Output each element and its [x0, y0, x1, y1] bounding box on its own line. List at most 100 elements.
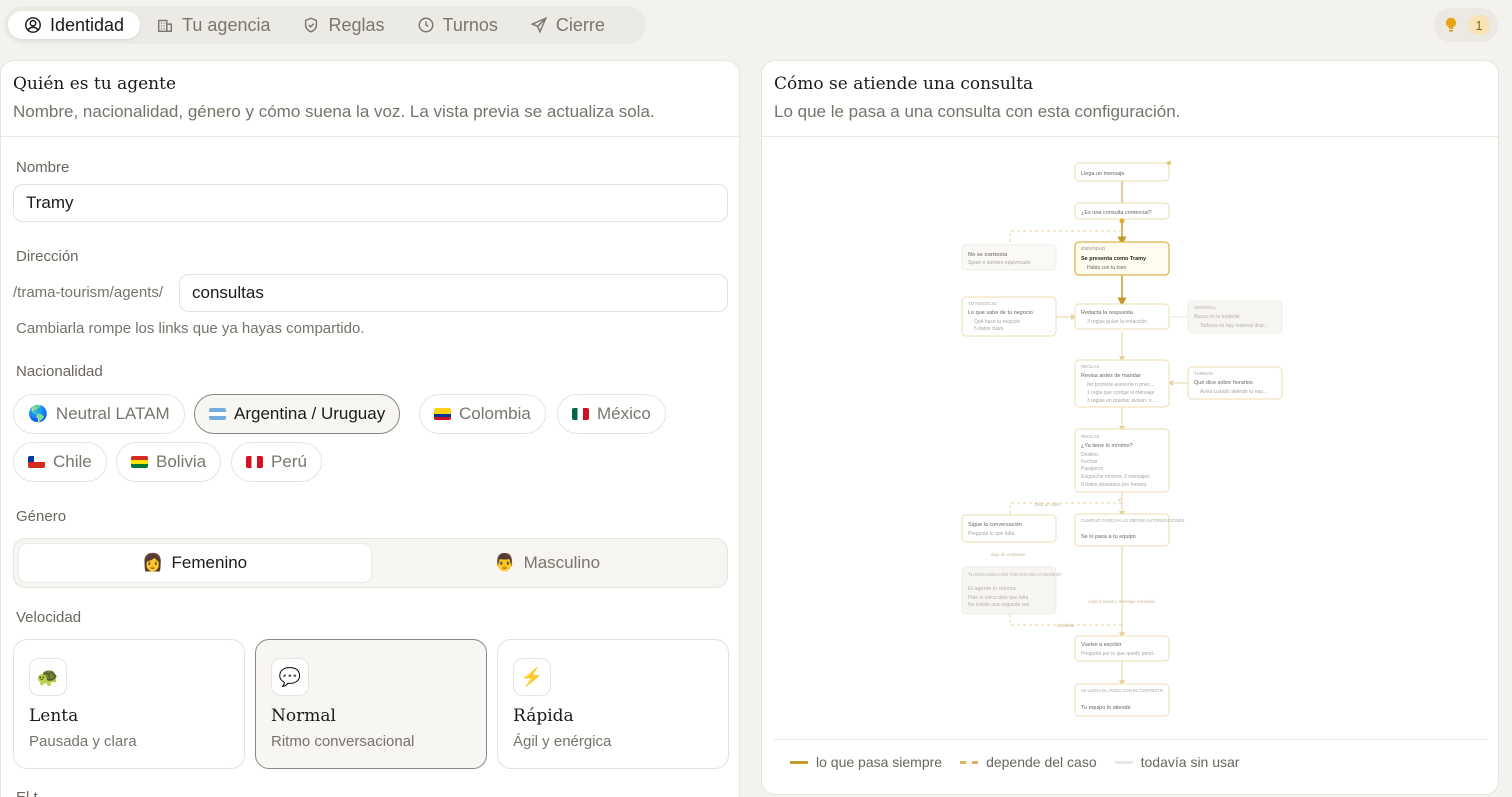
chile-flag-icon	[28, 456, 45, 468]
speech-bubble-icon: 💬	[271, 658, 309, 696]
flow-node-incoming: Llega un mensaje	[1074, 161, 1171, 182]
chip-argentina-uruguay[interactable]: Argentina / Uruguay	[194, 394, 401, 434]
node-text: Se lo pasa a tu equipo	[1081, 534, 1136, 540]
speed-option-lenta[interactable]: 🐢 Lenta Pausada y clara	[13, 639, 245, 769]
node-text: ¿Es una consulta comercial?	[1081, 210, 1152, 216]
node-tag: TU ORGANIZACIÓN TODAVÍA NO LO MANEJÓ	[968, 572, 1062, 577]
node-text: Se presenta como Tramy	[1081, 256, 1147, 262]
node-tag: TURNOS	[1194, 371, 1213, 376]
node-text: Todavía no hay material disp...	[1200, 323, 1268, 329]
chip-label: México	[597, 404, 651, 423]
node-text: Vuelve a escribir	[1081, 642, 1122, 648]
gender-label: Género	[16, 508, 67, 525]
node-text: 8 datos deseados (no frenan)	[1081, 482, 1147, 488]
node-text: Fechas	[1081, 459, 1098, 465]
flow-panel-header: Cómo se atiende una consulta Lo que le p…	[762, 61, 1498, 137]
gender-male-label: Masculino	[523, 553, 601, 572]
node-text: Qué hace tu negocio	[974, 319, 1020, 325]
chip-colombia[interactable]: Colombia	[419, 394, 546, 434]
flow-node-handoff: CUMPLIÓ O RECHÁ LO DEFINE AUTORIZACIONES…	[1074, 513, 1184, 547]
next-section-label: El t...	[16, 789, 50, 797]
tips-button[interactable]: 1	[1434, 8, 1498, 42]
node-text: 1 regla que corrige el mensaje	[1087, 390, 1154, 396]
tab-turnos[interactable]: Turnos	[401, 11, 514, 39]
node-text: 3 reglas en prueba: avisan, n...	[1087, 398, 1156, 404]
tab-label: Tu agencia	[182, 14, 271, 35]
node-text: Avisa cuándo atiende tu equ...	[1200, 389, 1267, 395]
identity-panel-header: Quién es tu agente Nombre, nacionalidad,…	[1, 61, 739, 137]
flow-node-hours: TURNOS Qué dice sobre horarios Avisa cuá…	[1187, 366, 1283, 400]
flow-node-minimum: REGLAS ¿Ya tiene lo mínimo? Destino Fech…	[1074, 428, 1170, 493]
legend-unused: todavía sin usar	[1114, 754, 1240, 770]
node-text: Revisa antes de mandar	[1081, 373, 1141, 379]
gender-male-option[interactable]: 👨 Masculino	[372, 543, 724, 583]
chip-label: Perú	[271, 452, 307, 471]
node-text: Redacta la respuesta	[1081, 310, 1134, 316]
chip-mexico[interactable]: México	[557, 394, 666, 434]
mexico-flag-icon	[572, 408, 589, 420]
panel-title: Cómo se atiende una consulta	[774, 74, 1034, 94]
node-text: Pasajeros	[1081, 466, 1104, 472]
panel-title: Quién es tu agente	[13, 74, 177, 94]
direction-label: Dirección	[16, 248, 79, 265]
edge-label: falta un dato	[1035, 502, 1060, 507]
gender-female-label: Femenino	[171, 553, 248, 572]
tab-label: Cierre	[555, 14, 605, 35]
user-circle-icon	[25, 17, 41, 33]
tips-count: 1	[1468, 15, 1490, 35]
flow-node-review: REGLAS Revisa antes de mandar No promete…	[1074, 359, 1170, 408]
speed-subtitle: Ritmo conversacional	[271, 733, 415, 750]
speed-title: Rápida	[513, 706, 574, 726]
name-label: Nombre	[16, 159, 70, 176]
node-tag: LE LLEGA EL AVISO CON EL CONTEXTO	[1081, 688, 1164, 693]
name-value: Tramy	[26, 193, 74, 212]
flow-legend: lo que pasa siempre depende del caso tod…	[774, 739, 1488, 770]
edge-label: dejó de contestar	[991, 552, 1026, 557]
node-text: Llega un mensaje	[1081, 171, 1124, 177]
flow-node-write-back: Vuelve a escribir Pregunta por lo que qu…	[1074, 635, 1170, 662]
name-input[interactable]: Tramy	[13, 184, 728, 222]
gender-female-option[interactable]: 👩 Femenino	[18, 543, 372, 583]
flow-preview-panel: Cómo se atiende una consulta Lo que le p…	[761, 60, 1499, 795]
legend-label: todavía sin usar	[1140, 754, 1240, 770]
tab-label: Identidad	[50, 14, 125, 35]
flow-node-business: TU NEGOCIO Lo que sabe de tu negocio Qué…	[961, 296, 1057, 337]
nationality-label: Nacionalidad	[16, 363, 103, 380]
tab-reglas[interactable]: Reglas	[286, 11, 400, 39]
edge	[1009, 502, 1122, 515]
speed-title: Lenta	[29, 706, 79, 726]
node-tag: IDENTIDAD	[1081, 246, 1106, 251]
speed-title: Normal	[271, 706, 336, 726]
node-text: ¿Ya tiene lo mínimo?	[1081, 443, 1133, 449]
node-text: 3 reglas guían la redacción	[1087, 319, 1147, 325]
node-text: Spam o número equivocado	[968, 260, 1031, 266]
edge-label: probable	[1057, 623, 1075, 628]
node-text: Busca en tu material	[1194, 314, 1240, 320]
node-text: No insiste una segunda vez	[968, 602, 1030, 608]
tab-tu-agencia[interactable]: Tu agencia	[140, 11, 286, 39]
chip-chile[interactable]: Chile	[13, 442, 107, 482]
chip-neutral-latam[interactable]: 🌎 Neutral LATAM	[13, 394, 185, 434]
legend-always: lo que pasa siempre	[790, 754, 942, 770]
send-icon	[530, 16, 548, 34]
node-tag: REGLAS	[1081, 434, 1099, 439]
chip-peru[interactable]: Perú	[231, 442, 322, 482]
turtle-icon: 🐢	[29, 658, 67, 696]
chip-bolivia[interactable]: Bolivia	[116, 442, 222, 482]
speed-option-normal[interactable]: 💬 Normal Ritmo conversacional	[255, 639, 487, 769]
tab-identidad[interactable]: Identidad	[8, 11, 141, 39]
flow-node-commercial-check: ¿Es una consulta comercial?	[1074, 202, 1170, 224]
globe-icon: 🌎	[28, 406, 48, 423]
direction-input[interactable]: consultas	[179, 274, 728, 312]
lightning-icon: ⚡	[513, 658, 551, 696]
chip-label: Neutral LATAM	[55, 404, 170, 423]
direction-value: consultas	[192, 283, 264, 302]
flow-node-team: LE LLEGA EL AVISO CON EL CONTEXTO Tu equ…	[1074, 683, 1170, 717]
speed-option-rapida[interactable]: ⚡ Rápida Ágil y enérgica	[497, 639, 729, 769]
node-tag: REGLAS	[1081, 364, 1099, 369]
node-text: No se contesta	[968, 252, 1008, 258]
node-text: Sigue la conversación	[968, 522, 1022, 528]
building-icon	[158, 19, 173, 33]
argentina-flag-icon	[209, 408, 226, 420]
tab-cierre[interactable]: Cierre	[514, 11, 621, 39]
